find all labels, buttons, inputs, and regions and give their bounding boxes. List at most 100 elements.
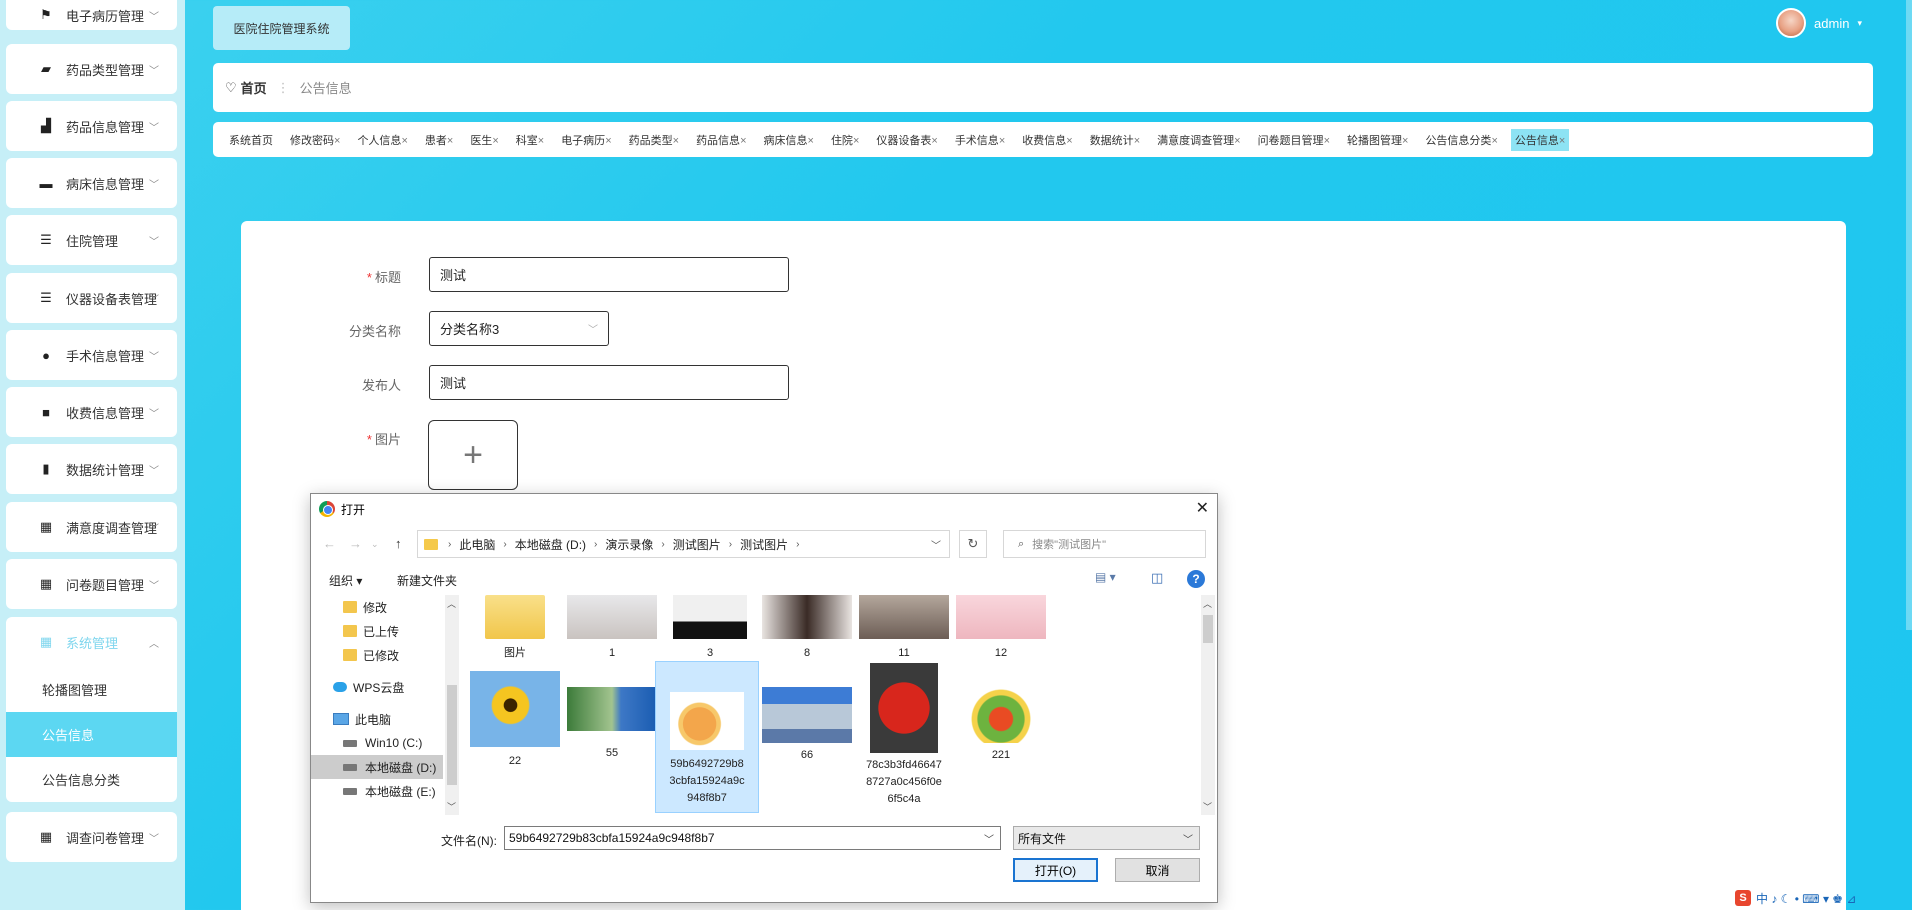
sidebar-item-1[interactable]: ⚑ 电子病历管理 ﹀ bbox=[6, 0, 177, 30]
sidebar-item-3[interactable]: ▟ 药品信息管理 ﹀ bbox=[6, 101, 177, 151]
sidebar-item-6[interactable]: ☰ 仪器设备表管理 ﹀ bbox=[6, 273, 177, 323]
close-icon[interactable]: × bbox=[1324, 135, 1330, 147]
tab-2[interactable]: 修改密码× bbox=[286, 129, 344, 151]
publisher-input[interactable]: 测试 bbox=[429, 365, 789, 400]
tab-17[interactable]: 问卷题目管理× bbox=[1254, 129, 1334, 151]
caret-down-icon[interactable]: ▾ bbox=[1857, 18, 1862, 29]
close-icon[interactable]: × bbox=[1491, 135, 1497, 147]
file-item[interactable]: 66 bbox=[755, 663, 859, 764]
sidebar-item-8[interactable]: ■ 收费信息管理 ﹀ bbox=[6, 387, 177, 437]
close-icon[interactable]: × bbox=[447, 135, 453, 147]
path-separator-icon[interactable]: › bbox=[594, 539, 597, 550]
organize-button[interactable]: 组织 ▾ bbox=[329, 572, 362, 589]
submenu-item[interactable]: 轮播图管理 bbox=[6, 667, 177, 712]
tab-10[interactable]: 病床信息× bbox=[760, 129, 818, 151]
cancel-button[interactable]: 取消 bbox=[1115, 858, 1200, 882]
nav-item[interactable]: 此电脑 bbox=[311, 707, 443, 731]
breadcrumb-home[interactable]: 首页 bbox=[241, 78, 267, 97]
tab-14[interactable]: 收费信息× bbox=[1018, 129, 1076, 151]
sidebar-item-11[interactable]: ▦ 问卷题目管理 ﹀ bbox=[6, 559, 177, 609]
file-item[interactable]: 3 bbox=[658, 595, 762, 662]
sidebar-item-10[interactable]: ▦ 满意度调查管理 ﹀ bbox=[6, 502, 177, 552]
tab-16[interactable]: 满意度调查管理× bbox=[1153, 129, 1244, 151]
filename-input[interactable]: 59b6492729b83cbfa15924a9c948f8b7 ﹀ bbox=[504, 826, 1001, 850]
tab-4[interactable]: 患者× bbox=[421, 129, 457, 151]
nav-scrollbar[interactable]: ︿ ﹀ bbox=[445, 595, 459, 815]
image-upload-button[interactable]: + bbox=[428, 420, 518, 490]
path-segment[interactable]: 本地磁盘 (D:) bbox=[515, 536, 586, 553]
close-icon[interactable]: × bbox=[853, 135, 859, 147]
category-select[interactable]: 分类名称3 ﹀ bbox=[429, 311, 609, 346]
sidebar-item-12[interactable]: ▦ 系统管理 ︿ bbox=[6, 617, 177, 667]
nav-item[interactable]: Win10 (C:) bbox=[311, 731, 443, 755]
close-icon[interactable]: × bbox=[1559, 135, 1565, 147]
sidebar-item-9[interactable]: ▮ 数据统计管理 ﹀ bbox=[6, 444, 177, 494]
user-menu[interactable]: admin ▾ bbox=[1776, 8, 1862, 38]
open-button[interactable]: 打开(O) bbox=[1013, 858, 1098, 882]
up-arrow-icon[interactable]: ↑ bbox=[395, 536, 402, 551]
sidebar-item-13[interactable]: ▦ 调查问卷管理 ﹀ bbox=[6, 812, 177, 862]
tab-18[interactable]: 轮播图管理× bbox=[1343, 129, 1412, 151]
scroll-down-icon[interactable]: ﹀ bbox=[1203, 800, 1212, 813]
forward-arrow-icon[interactable]: → bbox=[349, 536, 362, 551]
page-scrollbar[interactable] bbox=[1906, 0, 1912, 630]
tray-icons[interactable]: 中 ♪ ☾ • ⌨ ▾ ♚ ⊿ bbox=[1756, 890, 1856, 907]
tab-5[interactable]: 医生× bbox=[466, 129, 502, 151]
title-input[interactable]: 测试 bbox=[429, 257, 789, 292]
chevron-down-icon[interactable]: ﹀ bbox=[931, 537, 941, 552]
search-input[interactable]: ⌕ 搜索"测试图片" bbox=[1003, 530, 1206, 558]
preview-pane-icon[interactable]: ◫ bbox=[1151, 570, 1163, 586]
path-segment[interactable]: 此电脑 bbox=[459, 536, 495, 553]
nav-item[interactable]: 本地磁盘 (E:) bbox=[311, 779, 443, 803]
tab-7[interactable]: 电子病历× bbox=[557, 129, 615, 151]
close-icon[interactable]: × bbox=[334, 135, 340, 147]
close-icon[interactable]: × bbox=[1134, 135, 1140, 147]
tab-11[interactable]: 住院× bbox=[827, 129, 863, 151]
path-segment[interactable]: 测试图片 bbox=[673, 536, 721, 553]
nav-item[interactable]: 已上传 bbox=[311, 619, 443, 643]
tab-9[interactable]: 药品信息× bbox=[692, 129, 750, 151]
sogou-icon[interactable]: S bbox=[1735, 890, 1751, 906]
path-segment[interactable]: 演示录像 bbox=[605, 536, 653, 553]
tab-8[interactable]: 药品类型× bbox=[625, 129, 683, 151]
sidebar-item-2[interactable]: ▰ 药品类型管理 ﹀ bbox=[6, 44, 177, 94]
close-icon[interactable]: × bbox=[1234, 135, 1240, 147]
submenu-item[interactable]: 公告信息分类 bbox=[6, 757, 177, 802]
close-icon[interactable]: × bbox=[538, 135, 544, 147]
file-item[interactable]: 12 bbox=[949, 595, 1053, 662]
submenu-item[interactable]: 公告信息 bbox=[6, 712, 177, 757]
username[interactable]: admin bbox=[1814, 16, 1849, 31]
tab-20[interactable]: 公告信息× bbox=[1510, 128, 1570, 151]
close-icon[interactable]: × bbox=[999, 135, 1005, 147]
close-icon[interactable]: × bbox=[931, 135, 937, 147]
file-item[interactable]: 8 bbox=[755, 595, 859, 662]
file-item[interactable]: 55 bbox=[560, 663, 664, 762]
close-icon[interactable]: × bbox=[605, 135, 611, 147]
file-item[interactable]: 11 bbox=[852, 595, 956, 662]
close-icon[interactable]: × bbox=[673, 135, 679, 147]
file-item[interactable]: 78c3b3fd46647 8727a0c456f0e 6f5c4a bbox=[852, 663, 956, 808]
file-item[interactable]: 221 bbox=[949, 663, 1053, 764]
close-icon[interactable]: × bbox=[1402, 135, 1408, 147]
scroll-thumb[interactable] bbox=[447, 685, 457, 785]
nav-item[interactable]: 修改 bbox=[311, 595, 443, 619]
filetype-select[interactable]: 所有文件 ﹀ bbox=[1013, 826, 1200, 850]
close-icon[interactable]: × bbox=[1066, 135, 1072, 147]
view-options-icon[interactable]: ▤ ▾ bbox=[1095, 570, 1116, 584]
file-item[interactable]: 22 bbox=[463, 663, 567, 770]
avatar[interactable] bbox=[1776, 8, 1807, 38]
scroll-up-icon[interactable]: ︿ bbox=[447, 597, 456, 610]
path-separator-icon[interactable]: › bbox=[503, 539, 506, 550]
path-separator-icon[interactable]: › bbox=[796, 539, 799, 550]
path-segment[interactable]: 测试图片 bbox=[740, 536, 788, 553]
file-item[interactable]: 1 bbox=[560, 595, 664, 662]
scroll-thumb[interactable] bbox=[1203, 615, 1213, 643]
sidebar-item-7[interactable]: ● 手术信息管理 ﹀ bbox=[6, 330, 177, 380]
refresh-icon[interactable]: ↻ bbox=[959, 530, 987, 558]
tab-3[interactable]: 个人信息× bbox=[353, 129, 411, 151]
tab-19[interactable]: 公告信息分类× bbox=[1421, 129, 1501, 151]
close-icon[interactable]: × bbox=[808, 135, 814, 147]
path-separator-icon[interactable]: › bbox=[729, 539, 732, 550]
recent-dropdown-icon[interactable]: ⌄ bbox=[371, 539, 379, 550]
tab-15[interactable]: 数据统计× bbox=[1086, 129, 1144, 151]
